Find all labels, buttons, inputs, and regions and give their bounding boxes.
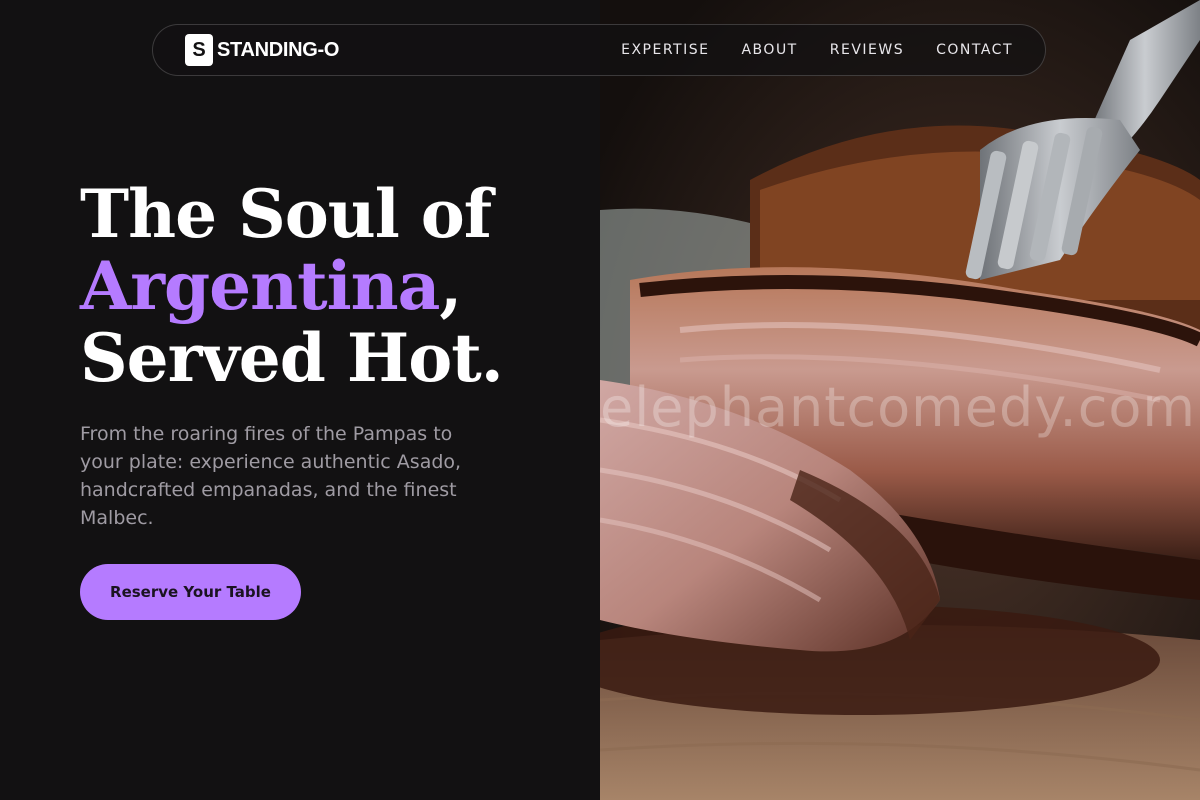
hero-title-comma: ,: [439, 247, 462, 325]
hero-title-line1: The Soul of: [80, 175, 492, 253]
reserve-table-button[interactable]: Reserve Your Table: [80, 564, 301, 620]
nav-link-contact[interactable]: CONTACT: [936, 42, 1013, 58]
logo-icon: S: [185, 34, 213, 66]
nav-link-about[interactable]: ABOUT: [741, 42, 797, 58]
nav-links: EXPERTISE ABOUT REVIEWS CONTACT: [621, 42, 1013, 58]
top-navbar: S STANDING-O EXPERTISE ABOUT REVIEWS CON…: [152, 24, 1046, 76]
hero-subtitle: From the roaring fires of the Pampas to …: [80, 423, 462, 529]
nav-link-reviews[interactable]: REVIEWS: [830, 42, 904, 58]
brand-logo[interactable]: S STANDING-O: [185, 34, 339, 66]
brand-name: STANDING-O: [217, 38, 340, 61]
hero-food-image: elephantcomedy.com: [600, 0, 1200, 800]
hero-title: The Soul of Argentina, Served Hot.: [80, 178, 600, 394]
hero-title-accent: Argentina: [80, 247, 440, 325]
hero-title-line3: Served Hot.: [80, 319, 504, 397]
watermark-text: elephantcomedy.com: [600, 376, 1197, 439]
nav-link-expertise[interactable]: EXPERTISE: [621, 42, 709, 58]
